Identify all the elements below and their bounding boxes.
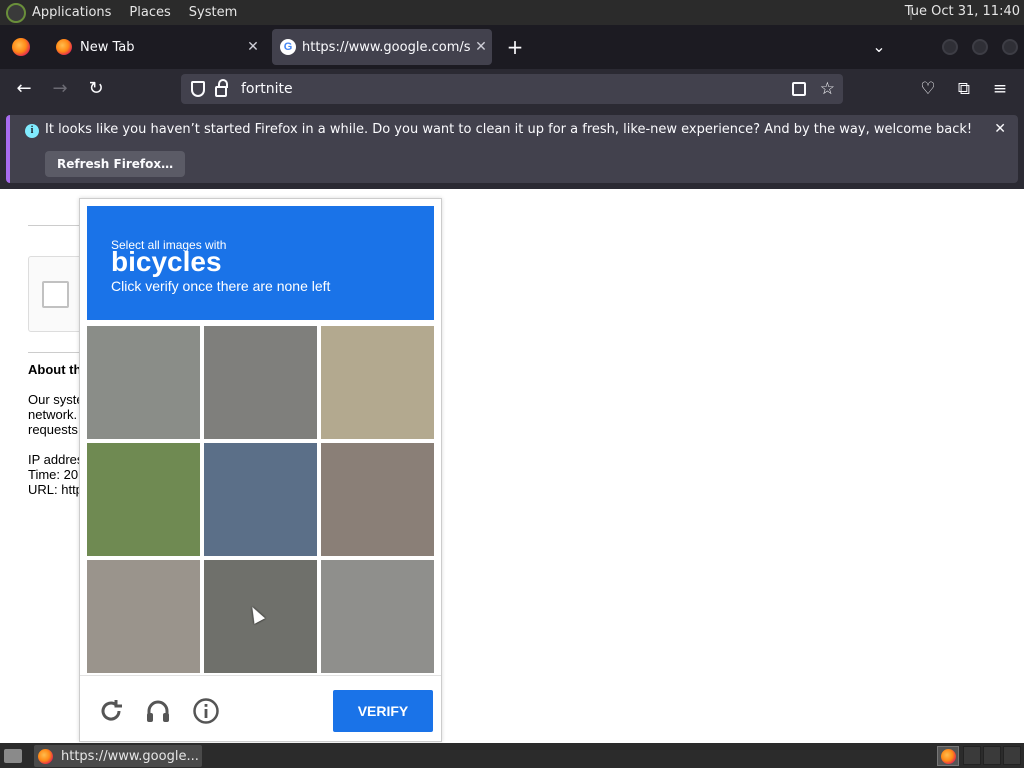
show-desktop-icon[interactable] — [4, 749, 22, 763]
workspace-switcher[interactable] — [963, 746, 981, 765]
extensions-icon[interactable]: ⧉ — [953, 78, 975, 100]
firefox-icon — [56, 39, 72, 55]
pocket-icon[interactable]: ♡ — [917, 78, 939, 100]
captcha-tile-photo — [321, 326, 434, 439]
audio-challenge-icon[interactable] — [144, 697, 172, 725]
reload-icon[interactable]: ↻ — [84, 77, 108, 101]
captcha-tile[interactable] — [321, 443, 434, 556]
url-input[interactable]: fortnite — [241, 81, 792, 97]
captcha-tile[interactable] — [321, 326, 434, 439]
firefox-icon — [940, 748, 956, 764]
app-menu-icon[interactable]: ≡ — [989, 78, 1011, 100]
back-icon[interactable]: ← — [12, 77, 36, 101]
captcha-hint: Click verify once there are none left — [111, 278, 331, 294]
captcha-tile[interactable] — [87, 443, 200, 556]
notification-bar: i It looks like you haven’t started Fire… — [0, 109, 1024, 189]
bottom-panel: https://www.google... — [0, 743, 1024, 768]
maximize-button[interactable] — [972, 39, 988, 55]
captcha-tile-photo — [87, 560, 200, 673]
new-tab-button[interactable]: + — [504, 36, 526, 58]
captcha-tile-photo — [321, 443, 434, 556]
firefox-icon — [38, 748, 53, 764]
captcha-tile[interactable] — [87, 560, 200, 673]
captcha-footer-divider — [80, 675, 441, 676]
tray-firefox[interactable] — [937, 746, 959, 766]
help-info-icon[interactable] — [192, 697, 220, 725]
body-text-line: requests — [28, 422, 78, 437]
captcha-challenge: Select all images with bicycles Click ve… — [79, 198, 442, 742]
captcha-tile[interactable] — [87, 326, 200, 439]
verify-button[interactable]: VERIFY — [333, 690, 433, 732]
close-notification-icon[interactable]: ✕ — [994, 121, 1006, 137]
body-text-line: Our syste — [28, 392, 84, 407]
applications-menu[interactable]: Applications — [32, 5, 111, 20]
captcha-tile[interactable] — [321, 560, 434, 673]
tab-new-tab[interactable]: New Tab ✕ — [46, 29, 264, 65]
bookmark-star-icon[interactable]: ☆ — [820, 79, 835, 99]
address-bar[interactable]: fortnite ☆ — [181, 74, 843, 104]
tab-title: https://www.google.com/se — [302, 39, 470, 55]
workspace-switcher[interactable] — [1003, 746, 1021, 765]
lock-icon[interactable] — [215, 78, 228, 97]
system-menu[interactable]: System — [189, 5, 237, 20]
clock[interactable]: Tue Oct 31, 11:40 — [905, 4, 1020, 19]
url-line: URL: http — [28, 482, 83, 497]
captcha-tile[interactable] — [204, 326, 317, 439]
captcha-tile-photo — [87, 443, 200, 556]
firefox-view-button[interactable] — [0, 25, 42, 69]
workspace-switcher[interactable] — [983, 746, 1001, 765]
captcha-tile[interactable] — [204, 443, 317, 556]
notification-box: i It looks like you haven’t started Fire… — [6, 115, 1018, 183]
body-text-line: network. — [28, 407, 78, 422]
firefox-icon — [12, 38, 30, 56]
close-tab-icon[interactable]: ✕ — [470, 39, 492, 55]
places-menu[interactable]: Places — [129, 5, 170, 20]
captcha-tile-photo — [204, 443, 317, 556]
minimize-button[interactable] — [942, 39, 958, 55]
captcha-tile-photo — [87, 326, 200, 439]
captcha-header: Select all images with bicycles Click ve… — [87, 206, 434, 320]
captcha-tile-photo — [204, 326, 317, 439]
info-icon: i — [25, 124, 39, 138]
time-line: Time: 20 — [28, 467, 79, 482]
notification-message: It looks like you haven’t started Firefo… — [45, 122, 973, 137]
tracking-protection-icon[interactable] — [191, 81, 205, 97]
recaptcha-checkbox[interactable] — [42, 281, 69, 308]
distro-logo-icon[interactable] — [6, 2, 26, 23]
about-heading: About th — [28, 362, 82, 377]
google-icon: G — [280, 39, 296, 55]
tab-title: New Tab — [80, 39, 135, 55]
close-tab-icon[interactable]: ✕ — [242, 39, 264, 55]
reload-challenge-icon[interactable] — [97, 697, 125, 725]
top-panel: Applications Places System Tue Oct 31, 1… — [0, 0, 1024, 25]
taskbar-window-title: https://www.google... — [61, 748, 199, 764]
tab-google[interactable]: G https://www.google.com/se ✕ — [272, 29, 492, 65]
taskbar-window-firefox[interactable]: https://www.google... — [34, 745, 202, 767]
reader-view-icon[interactable] — [791, 82, 806, 96]
captcha-tile-photo — [321, 560, 434, 673]
list-all-tabs-icon[interactable]: ⌄ — [868, 37, 890, 57]
forward-icon[interactable]: → — [48, 77, 72, 101]
captcha-target: bicycles — [111, 246, 222, 277]
close-window-button[interactable] — [1002, 39, 1018, 55]
ip-address-line: IP addres — [28, 452, 84, 467]
refresh-firefox-button[interactable]: Refresh Firefox… — [45, 151, 186, 177]
